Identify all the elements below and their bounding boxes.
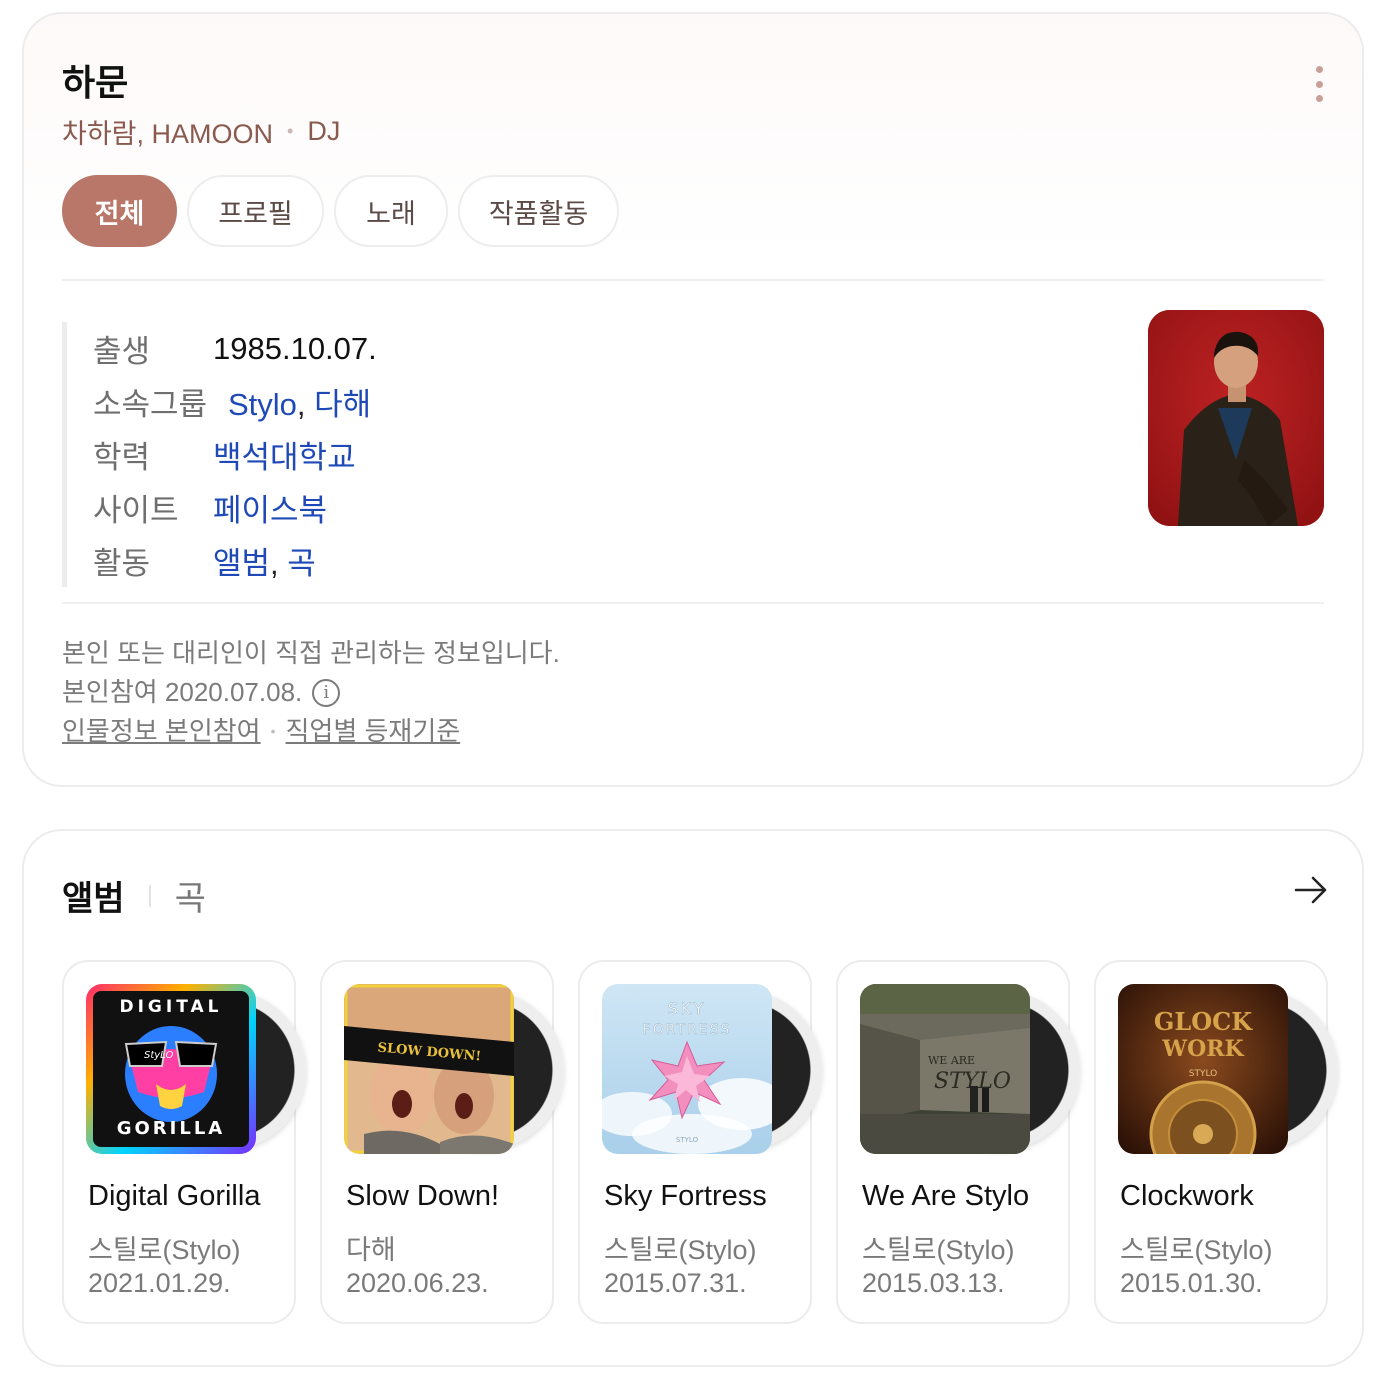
note-line-1: 본인 또는 대리인이 직접 관리하는 정보입니다. [62, 638, 560, 668]
tab-works[interactable]: 작품활동 [458, 175, 619, 247]
album-list: DIGITAL StyLO GORILLA Digital Gorilla 스틸… [62, 960, 1338, 1324]
album-title: Digital Gorilla [88, 1180, 261, 1212]
participation-date: 본인참여 2020.07.08. [62, 677, 303, 707]
education-label: 학력 [93, 440, 151, 475]
svg-text:SKY: SKY [668, 999, 707, 1018]
album-cover-slow-down: SLOW DOWN! [344, 984, 514, 1154]
divider [62, 279, 1324, 281]
album-item[interactable]: SKY FORTRESS STYLO Sky Fortress 스틸로(Styl… [578, 960, 822, 1324]
album-item[interactable]: GLOCK WORK STYLO Clockwork 스틸로(Stylo) 20… [1094, 960, 1338, 1324]
tab-songs[interactable]: 노래 [334, 175, 448, 247]
note-line-2: 본인참여 2020.07.08. i [62, 673, 560, 712]
svg-text:WE ARE: WE ARE [928, 1054, 975, 1067]
tab-profile[interactable]: 프로필 [187, 175, 324, 247]
album-section-tabs: 앨범 곡 [62, 871, 206, 920]
album-title: Slow Down! [346, 1180, 500, 1212]
tab-song[interactable]: 곡 [175, 871, 206, 920]
arrow-right-icon[interactable] [1294, 873, 1328, 907]
birth-value: 1985.10.07. [213, 330, 377, 366]
album-card: 앨범 곡 DIGITAL StyLO GORILLA Digital Goril… [22, 829, 1364, 1367]
album-item[interactable]: WE ARE STYLO We Are Stylo 스틸로(Stylo) 201… [836, 960, 1080, 1324]
album-date: 2020.06.23. [346, 1268, 489, 1298]
album-title: We Are Stylo [862, 1180, 1030, 1212]
album-cover-sky-fortress: SKY FORTRESS STYLO [602, 984, 772, 1154]
group-link-stylo[interactable]: Stylo [228, 387, 297, 422]
profile-photo[interactable] [1148, 310, 1324, 526]
profile-card: 하문 차하람, HAMOON • DJ 전체 프로필 노래 작품활동 출생 19… [22, 12, 1364, 787]
group-separator: , [296, 387, 315, 422]
separator-dot: • [270, 723, 276, 739]
info-row-group: 소속그룹 Stylo, 다해 [93, 375, 662, 428]
group-link-dahae[interactable]: 다해 [314, 387, 371, 422]
tab-all[interactable]: 전체 [62, 175, 177, 247]
tab-divider [148, 884, 151, 907]
info-row-activity: 활동 앨범, 곡 [93, 534, 662, 587]
svg-text:DIGITAL: DIGITAL [120, 997, 223, 1017]
album-artist: 스틸로(Stylo) [1120, 1235, 1273, 1265]
album-artist: 스틸로(Stylo) [604, 1235, 757, 1265]
managed-info-note: 본인 또는 대리인이 직접 관리하는 정보입니다. 본인참여 2020.07.0… [62, 634, 560, 751]
info-row-birth: 출생 1985.10.07. [93, 322, 662, 375]
tab-album[interactable]: 앨범 [62, 871, 125, 920]
separator-dot: • [287, 121, 294, 141]
activity-separator: , [270, 546, 288, 581]
album-item[interactable]: DIGITAL StyLO GORILLA Digital Gorilla 스틸… [62, 960, 306, 1324]
album-date: 2015.07.31. [604, 1268, 747, 1298]
person-occupation: DJ [307, 116, 341, 146]
svg-text:StyLO: StyLO [144, 1050, 173, 1061]
svg-text:FORTRESS: FORTRESS [643, 1022, 732, 1038]
activity-link-album[interactable]: 앨범 [213, 546, 270, 581]
group-label: 소속그룹 [93, 387, 208, 422]
activity-label: 활동 [93, 546, 151, 581]
svg-text:STYLO: STYLO [676, 1136, 699, 1144]
person-subline: 차하람, HAMOON • DJ [62, 112, 340, 151]
info-list: 출생 1985.10.07. 소속그룹 Stylo, 다해 학력 백석대학교 사… [62, 322, 662, 587]
info-row-education: 학력 백석대학교 [93, 428, 662, 481]
more-options-icon[interactable] [1314, 66, 1324, 102]
svg-text:WORK: WORK [1161, 1036, 1244, 1062]
album-item[interactable]: SLOW DOWN! Slow Down! 다해 2020.06.23. [320, 960, 564, 1324]
album-title: Sky Fortress [604, 1180, 767, 1212]
album-date: 2015.01.30. [1120, 1268, 1263, 1298]
education-link[interactable]: 백석대학교 [213, 432, 356, 477]
profile-tabs: 전체 프로필 노래 작품활동 [62, 175, 619, 247]
album-cover-digital-gorilla: DIGITAL StyLO GORILLA [86, 984, 256, 1154]
info-row-site: 사이트 페이스북 [93, 481, 662, 534]
note-links: 인물정보 본인참여 • 직업별 등재기준 [62, 712, 560, 751]
info-icon[interactable]: i [312, 678, 341, 707]
album-date: 2021.01.29. [88, 1268, 231, 1298]
site-link-facebook[interactable]: 페이스북 [213, 485, 327, 530]
site-label: 사이트 [93, 493, 179, 528]
album-artist: 스틸로(Stylo) [88, 1235, 241, 1265]
svg-text:GORILLA: GORILLA [117, 1118, 226, 1139]
album-date: 2015.03.13. [862, 1268, 1005, 1298]
album-artist: 다해 [346, 1235, 396, 1265]
svg-text:GLOCK: GLOCK [1154, 1007, 1253, 1036]
person-aliases: 차하람, HAMOON [62, 119, 274, 149]
birth-label: 출생 [93, 334, 151, 369]
activity-link-song[interactable]: 곡 [287, 546, 316, 581]
album-cover-clockwork: GLOCK WORK STYLO [1118, 984, 1288, 1154]
album-artist: 스틸로(Stylo) [862, 1235, 1015, 1265]
divider [62, 602, 1324, 604]
svg-text:STYLO: STYLO [1189, 1069, 1218, 1079]
album-title: Clockwork [1120, 1180, 1254, 1212]
link-participate[interactable]: 인물정보 본인참여 [62, 712, 261, 751]
person-name: 하문 [62, 62, 129, 103]
album-cover-we-are-stylo: WE ARE STYLO [860, 984, 1030, 1154]
link-criteria[interactable]: 직업별 등재기준 [286, 712, 461, 751]
